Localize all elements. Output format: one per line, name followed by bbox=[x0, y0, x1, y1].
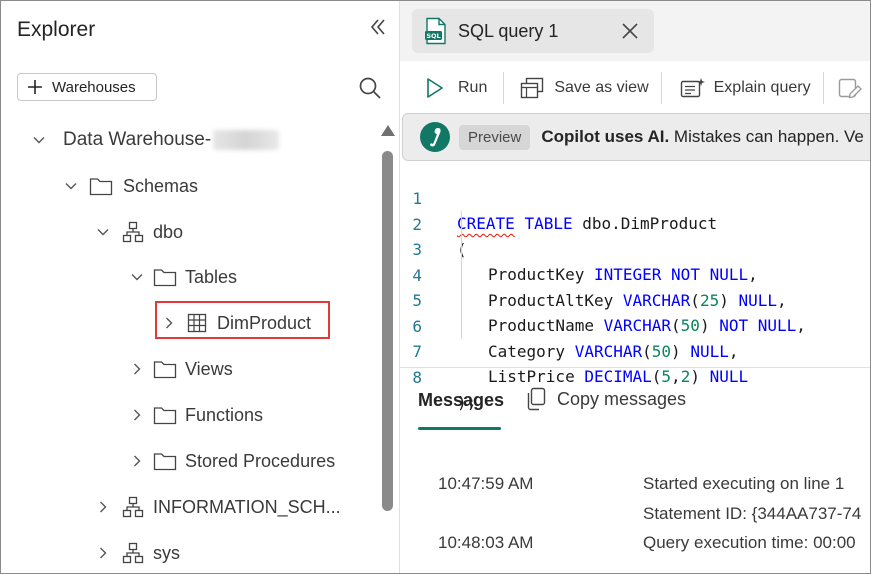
chevron-right-icon[interactable] bbox=[127, 405, 147, 425]
schema-icon bbox=[121, 495, 145, 519]
tree-item-label: Stored Procedures bbox=[185, 450, 336, 471]
schema-icon bbox=[121, 541, 145, 565]
code-line: 8 ); bbox=[400, 340, 870, 412]
tree-item-data-warehouse[interactable]: Data Warehouse- bbox=[29, 124, 280, 156]
chevron-down-icon[interactable] bbox=[127, 267, 147, 287]
explorer-scrollbar[interactable] bbox=[378, 121, 398, 573]
toolbar-divider bbox=[822, 72, 824, 104]
tab-messages[interactable]: Messages bbox=[418, 390, 504, 411]
preview-badge: Preview bbox=[459, 124, 531, 150]
message-time: 10:48:03 AM bbox=[438, 533, 534, 552]
tree-item-label: dbo bbox=[153, 221, 184, 242]
explain-query-icon bbox=[680, 77, 706, 99]
copilot-disclaimer: Copilot uses AI. Mistakes can happen. Ve bbox=[541, 127, 864, 147]
code-line: 2 ( bbox=[400, 187, 870, 259]
message-text: Statement ID: {344AA737-74 bbox=[643, 504, 862, 523]
explorer-pane: Explorer Warehouses Data Warehouse- Sche… bbox=[1, 1, 400, 573]
tree-item-dbo[interactable]: dbo bbox=[93, 216, 183, 248]
tree-item-tables[interactable]: Tables bbox=[127, 261, 237, 293]
copilot-icon bbox=[419, 121, 451, 153]
schema-icon bbox=[121, 220, 145, 244]
fix-query-button[interactable] bbox=[838, 70, 862, 106]
tree-item-label: INFORMATION_SCH... bbox=[153, 496, 341, 517]
copy-icon bbox=[526, 387, 548, 411]
toolbar-divider bbox=[660, 72, 662, 104]
explorer-title: Explorer bbox=[17, 18, 96, 41]
app-window: Explorer Warehouses Data Warehouse- Sche… bbox=[0, 0, 871, 574]
tree-item-label: sys bbox=[153, 542, 180, 563]
tree-item-label: Tables bbox=[185, 266, 238, 287]
chevron-right-icon[interactable] bbox=[93, 543, 113, 563]
tab-label: SQL query 1 bbox=[458, 20, 559, 41]
tab-sql-query-1[interactable]: SQL SQL query 1 bbox=[412, 9, 654, 53]
copy-messages-label: Copy messages bbox=[557, 388, 687, 409]
code-line: 3 ProductKey INTEGER NOT NULL, bbox=[400, 212, 870, 284]
message-text: Query execution time: 00:00 bbox=[643, 533, 856, 552]
code-line: 7 ListPrice DECIMAL(5,2) NULL bbox=[400, 314, 870, 386]
close-icon[interactable] bbox=[618, 19, 642, 43]
active-tab-indicator bbox=[418, 427, 501, 430]
folder-icon bbox=[153, 357, 177, 381]
svg-text:SQL: SQL bbox=[426, 32, 440, 40]
code-line: 5 ProductName VARCHAR(50) NOT NULL, bbox=[400, 263, 870, 335]
indent-guide bbox=[461, 211, 462, 339]
tree-item-stored-procedures[interactable]: Stored Procedures bbox=[127, 445, 335, 477]
copilot-banner: Preview Copilot uses AI. Mistakes can ha… bbox=[402, 113, 870, 161]
plus-icon bbox=[18, 79, 52, 95]
save-as-view-label: Save as view bbox=[554, 79, 649, 96]
scrollbar-thumb[interactable] bbox=[382, 151, 393, 511]
chevron-down-icon[interactable] bbox=[61, 176, 81, 196]
tree-item-schemas[interactable]: Schemas bbox=[61, 170, 198, 202]
copy-messages-button[interactable]: Copy messages bbox=[526, 387, 686, 411]
copilot-disclaimer-rest: Mistakes can happen. Ve bbox=[669, 127, 864, 146]
scroll-up-arrow-icon[interactable] bbox=[381, 125, 395, 136]
folder-icon bbox=[153, 403, 177, 427]
play-icon bbox=[426, 77, 444, 99]
tree-item-views[interactable]: Views bbox=[127, 353, 233, 385]
search-icon[interactable] bbox=[357, 75, 383, 101]
tree-item-sys[interactable]: sys bbox=[93, 537, 180, 569]
redacted-name bbox=[213, 130, 280, 150]
tree-item-information-schema[interactable]: INFORMATION_SCH... bbox=[93, 491, 341, 523]
highlight-box bbox=[155, 301, 330, 339]
folder-icon bbox=[89, 174, 113, 198]
code-editor[interactable]: 1 CREATE TABLE dbo.DimProduct 2 ( 3 Prod… bbox=[400, 161, 870, 412]
folder-icon bbox=[153, 265, 177, 289]
save-as-view-button[interactable]: Save as view bbox=[520, 70, 649, 106]
explain-query-button[interactable]: Explain query bbox=[680, 70, 811, 106]
tree-item-label: Schemas bbox=[123, 175, 199, 196]
editor-toolbar: Run Save as view Explain query bbox=[400, 63, 870, 113]
save-as-view-icon bbox=[520, 76, 544, 100]
code-line: 4 ProductAltKey VARCHAR(25) NULL, bbox=[400, 238, 870, 310]
fix-query-icon bbox=[838, 76, 862, 100]
add-warehouses-label: Warehouses bbox=[52, 78, 136, 96]
chevron-down-icon[interactable] bbox=[93, 222, 113, 242]
code-line: 1 CREATE TABLE dbo.DimProduct bbox=[400, 161, 870, 233]
tree-item-label: Functions bbox=[185, 404, 264, 425]
chevron-right-icon[interactable] bbox=[127, 359, 147, 379]
chevron-right-icon[interactable] bbox=[93, 497, 113, 517]
folder-icon bbox=[153, 449, 177, 473]
message-text: Started executing on line 1 bbox=[643, 474, 845, 493]
results-divider bbox=[400, 367, 870, 368]
tree-item-functions[interactable]: Functions bbox=[127, 399, 263, 431]
tree-item-label: Views bbox=[185, 358, 233, 379]
sql-file-icon: SQL bbox=[424, 17, 448, 45]
code-line: 6 Category VARCHAR(50) NULL, bbox=[400, 289, 870, 361]
explain-query-label: Explain query bbox=[713, 79, 811, 96]
chevron-right-icon[interactable] bbox=[127, 451, 147, 471]
tree-item-label: Data Warehouse- bbox=[63, 129, 212, 150]
run-button[interactable]: Run bbox=[426, 70, 487, 106]
add-warehouses-button[interactable]: Warehouses bbox=[17, 73, 157, 101]
results-tabs: Messages Copy messages bbox=[400, 381, 870, 431]
toolbar-divider bbox=[503, 72, 505, 104]
editor-pane: SQL SQL query 1 Run Save as view Explain… bbox=[400, 1, 870, 573]
copilot-disclaimer-bold: Copilot uses AI. bbox=[541, 127, 670, 146]
chevron-down-icon[interactable] bbox=[29, 130, 49, 150]
tab-strip: SQL SQL query 1 bbox=[400, 1, 870, 61]
message-time: 10:47:59 AM bbox=[438, 474, 534, 493]
run-label: Run bbox=[458, 79, 488, 96]
collapse-pane-icon[interactable] bbox=[366, 15, 390, 39]
